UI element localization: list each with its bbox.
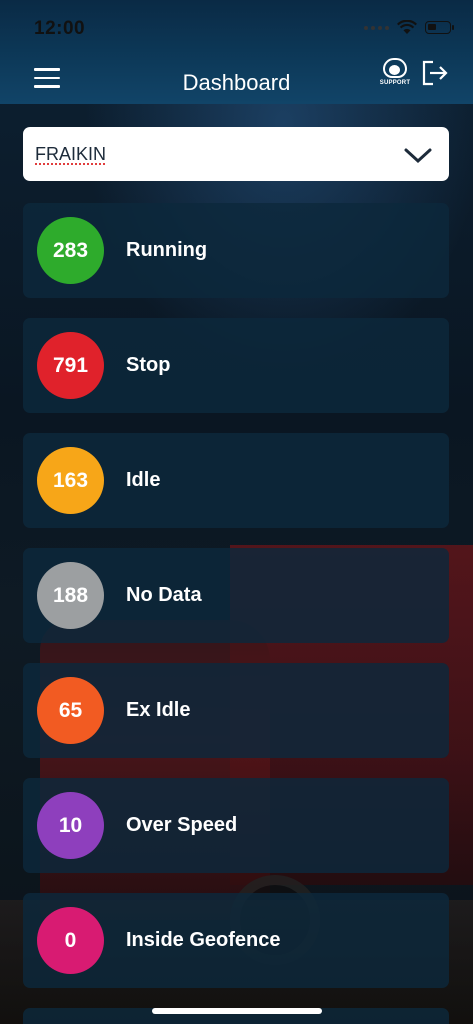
status-card-stop[interactable]: 791 Stop (23, 318, 449, 413)
support-button[interactable]: SUPPORT (378, 58, 412, 92)
status-card-over-speed[interactable]: 10 Over Speed (23, 778, 449, 873)
card-label: No Data (126, 584, 202, 606)
count-badge: 188 (37, 562, 104, 629)
count-badge: 163 (37, 447, 104, 514)
company-select[interactable]: FRAIKIN (23, 127, 449, 181)
app-header: 12:00 Dashboard SUPPORT (0, 0, 473, 104)
support-headset-icon (383, 58, 407, 78)
wifi-icon (397, 20, 417, 34)
support-label: SUPPORT (379, 80, 411, 86)
card-label: Running (126, 239, 208, 261)
card-label: Ex Idle (126, 699, 191, 721)
count-badge: 65 (37, 677, 104, 744)
card-label: Over Speed (126, 814, 238, 836)
count-badge: 791 (37, 332, 104, 399)
status-card-inside-geofence[interactable]: 0 Inside Geofence (23, 893, 449, 988)
battery-icon (425, 21, 454, 34)
card-label: Inside Geofence (126, 929, 281, 951)
status-card-running[interactable]: 283 Running (23, 203, 449, 298)
home-indicator[interactable] (152, 1008, 322, 1014)
card-label: Stop (126, 354, 171, 376)
count-badge: 283 (37, 217, 104, 284)
logout-icon[interactable] (420, 58, 450, 88)
count-badge: 10 (37, 792, 104, 859)
chevron-down-icon (404, 148, 432, 164)
count-badge: 0 (37, 907, 104, 974)
status-card-idle[interactable]: 163 Idle (23, 433, 449, 528)
card-label: Idle (126, 469, 161, 491)
status-icons (364, 20, 454, 35)
status-card-no-data[interactable]: 188 No Data (23, 548, 449, 643)
status-time: 12:00 (34, 18, 86, 39)
company-select-value: FRAIKIN (35, 144, 107, 164)
signal-icon (364, 25, 389, 30)
status-card-ex-idle[interactable]: 65 Ex Idle (23, 663, 449, 758)
